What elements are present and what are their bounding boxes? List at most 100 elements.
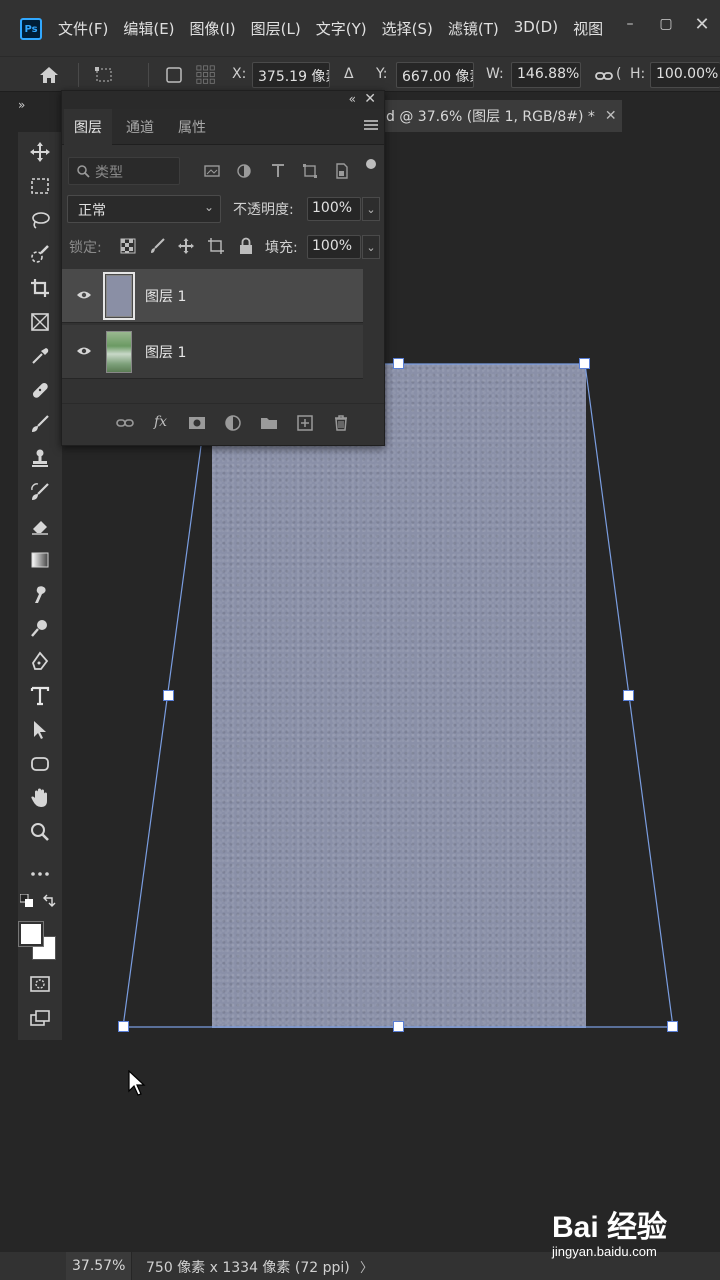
menu-image[interactable]: 图像(I) bbox=[190, 18, 236, 39]
dodge-tool[interactable] bbox=[26, 614, 54, 642]
crop-tool[interactable] bbox=[26, 274, 54, 302]
new-layer-icon[interactable] bbox=[296, 414, 314, 432]
menu-edit[interactable]: 编辑(E) bbox=[123, 18, 174, 39]
link-layers-icon[interactable] bbox=[116, 414, 134, 432]
panel-title-bar[interactable]: « ✕ bbox=[62, 91, 384, 109]
trash-icon[interactable] bbox=[332, 414, 350, 432]
opacity-dropdown-button[interactable]: ⌄ bbox=[362, 197, 380, 221]
layer-search-input[interactable]: 类型 bbox=[68, 157, 180, 185]
transform-handle-top-middle[interactable] bbox=[393, 358, 404, 369]
close-window-button[interactable]: ✕ bbox=[684, 10, 720, 38]
layer-style-fx-icon[interactable]: fx bbox=[154, 414, 172, 432]
link-icon[interactable] bbox=[594, 66, 614, 86]
delta-icon[interactable]: Δ bbox=[344, 66, 354, 82]
menu-layer[interactable]: 图层(L) bbox=[251, 18, 301, 39]
menu-filter[interactable]: 滤镜(T) bbox=[448, 18, 499, 39]
layer-name[interactable]: 图层 1 bbox=[145, 286, 186, 306]
filter-shape-icon[interactable] bbox=[302, 163, 318, 179]
transform-handle-top-right[interactable] bbox=[579, 358, 590, 369]
transform-handle-middle-right[interactable] bbox=[623, 690, 634, 701]
width-field[interactable]: 146.88% bbox=[511, 62, 581, 88]
brush-tool[interactable] bbox=[26, 410, 54, 438]
y-position-field[interactable]: 667.00 像素 bbox=[396, 62, 474, 88]
x-position-field[interactable]: 375.19 像素 bbox=[252, 62, 330, 88]
lock-all-icon[interactable] bbox=[237, 237, 255, 255]
eraser-tool[interactable] bbox=[26, 512, 54, 540]
height-field[interactable]: 100.00% bbox=[650, 62, 720, 88]
eye-icon[interactable] bbox=[76, 345, 92, 357]
document-info[interactable]: 750 像素 x 1334 像素 (72 ppi) bbox=[146, 1257, 350, 1277]
status-menu-arrow[interactable]: 〉 bbox=[360, 1257, 373, 1276]
smudge-tool[interactable] bbox=[26, 580, 54, 608]
frame-tool[interactable] bbox=[26, 308, 54, 336]
menu-select[interactable]: 选择(S) bbox=[382, 18, 433, 39]
opacity-field[interactable]: 100% bbox=[307, 197, 361, 221]
maximize-button[interactable]: ▢ bbox=[648, 10, 684, 38]
lasso-tool[interactable] bbox=[26, 206, 54, 234]
layer-row[interactable]: 图层 1 bbox=[62, 269, 363, 323]
layer-row[interactable]: 图层 1 bbox=[62, 325, 363, 379]
layer-name[interactable]: 图层 1 bbox=[145, 342, 186, 362]
transform-tool-icon[interactable] bbox=[94, 65, 114, 85]
lock-transparent-pixels-icon[interactable] bbox=[119, 237, 137, 255]
move-tool[interactable] bbox=[26, 138, 54, 166]
filter-pixel-icon[interactable] bbox=[204, 163, 220, 179]
tab-layers[interactable]: 图层 bbox=[64, 109, 112, 145]
tab-channels[interactable]: 通道 bbox=[116, 109, 164, 145]
panel-menu-icon[interactable] bbox=[364, 119, 378, 131]
zoom-level-field[interactable]: 37.57% bbox=[66, 1252, 132, 1280]
fill-dropdown-button[interactable]: ⌄ bbox=[362, 235, 380, 259]
shape-tool[interactable] bbox=[26, 750, 54, 778]
eyedropper-tool[interactable] bbox=[26, 342, 54, 370]
lock-image-pixels-icon[interactable] bbox=[149, 237, 167, 255]
gradient-tool[interactable] bbox=[26, 546, 54, 574]
menu-view[interactable]: 视图 bbox=[573, 18, 603, 39]
panel-collapse-button[interactable]: « bbox=[349, 92, 356, 106]
transform-handle-bottom-middle[interactable] bbox=[393, 1021, 404, 1032]
foreground-color-swatch[interactable] bbox=[18, 921, 44, 947]
lock-artboard-icon[interactable] bbox=[207, 237, 225, 255]
edit-toolbar-button[interactable] bbox=[26, 860, 54, 888]
history-brush-tool[interactable] bbox=[26, 478, 54, 506]
pen-tool[interactable] bbox=[26, 648, 54, 676]
healing-brush-tool[interactable] bbox=[26, 376, 54, 404]
document-tab[interactable]: d @ 37.6% (图层 1, RGB/8#) * ✕ bbox=[384, 100, 622, 132]
filter-toggle-icon[interactable] bbox=[364, 157, 378, 171]
marquee-tool[interactable] bbox=[26, 172, 54, 200]
menu-3d[interactable]: 3D(D) bbox=[514, 18, 558, 39]
document-tab-close-icon[interactable]: ✕ bbox=[605, 108, 617, 124]
color-swatches[interactable] bbox=[18, 918, 62, 962]
quick-mask-button[interactable] bbox=[26, 970, 54, 998]
lock-position-icon[interactable] bbox=[177, 237, 195, 255]
path-selection-tool[interactable] bbox=[26, 716, 54, 744]
transform-handle-middle-left[interactable] bbox=[163, 690, 174, 701]
home-icon[interactable] bbox=[37, 63, 61, 87]
zoom-tool[interactable] bbox=[26, 818, 54, 846]
default-swap-colors[interactable] bbox=[18, 894, 62, 908]
filter-smart-object-icon[interactable] bbox=[334, 163, 350, 179]
type-tool[interactable] bbox=[26, 682, 54, 710]
reference-point-checkbox-icon[interactable] bbox=[164, 65, 184, 85]
hand-tool[interactable] bbox=[26, 784, 54, 812]
texture-layer-image[interactable] bbox=[212, 364, 586, 1028]
tab-properties[interactable]: 属性 bbox=[168, 109, 216, 145]
menu-type[interactable]: 文字(Y) bbox=[316, 18, 367, 39]
add-mask-icon[interactable] bbox=[188, 414, 206, 432]
panel-close-button[interactable]: ✕ bbox=[364, 91, 376, 107]
filter-adjustment-icon[interactable] bbox=[236, 163, 252, 179]
reference-point-grid-icon[interactable] bbox=[196, 65, 216, 85]
clone-stamp-tool[interactable] bbox=[26, 444, 54, 472]
eye-icon[interactable] bbox=[76, 289, 92, 301]
transform-handle-bottom-left[interactable] bbox=[118, 1021, 129, 1032]
screen-mode-button[interactable] bbox=[26, 1004, 54, 1032]
minimize-button[interactable]: – bbox=[612, 10, 648, 38]
quick-select-tool[interactable] bbox=[26, 240, 54, 268]
blend-mode-select[interactable]: 正常 ⌄ bbox=[67, 195, 221, 223]
adjustment-layer-icon[interactable] bbox=[224, 414, 242, 432]
transform-handle-bottom-right[interactable] bbox=[667, 1021, 678, 1032]
new-group-folder-icon[interactable] bbox=[260, 414, 278, 432]
toolbar-collapse-button[interactable]: » bbox=[18, 98, 25, 112]
menu-file[interactable]: 文件(F) bbox=[58, 18, 108, 39]
fill-field[interactable]: 100% bbox=[307, 235, 361, 259]
filter-type-icon[interactable] bbox=[270, 163, 286, 179]
